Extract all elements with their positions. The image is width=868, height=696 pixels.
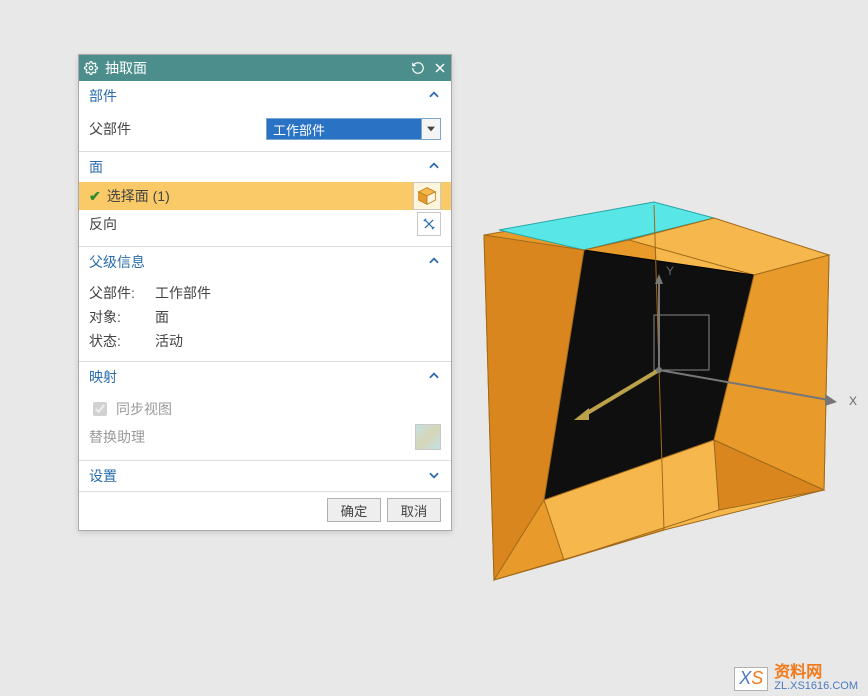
- section-header-mapping[interactable]: 映射: [79, 362, 451, 392]
- reverse-label: 反向: [89, 214, 117, 234]
- select-face-row[interactable]: ✔ 选择面 (1): [79, 182, 451, 210]
- section-header-component[interactable]: 部件: [79, 81, 451, 111]
- gear-icon[interactable]: [79, 61, 103, 75]
- parent-component-label: 父部件: [89, 119, 131, 139]
- chevron-up-icon: [427, 369, 441, 386]
- chevron-down-icon: [427, 468, 441, 485]
- cancel-button[interactable]: 取消: [387, 498, 441, 522]
- chevron-up-icon: [427, 254, 441, 271]
- select-face-label: 选择面 (1): [107, 186, 413, 206]
- section-component: 部件 父部件 工作部件: [79, 81, 451, 152]
- parent-component-value: 工作部件: [266, 118, 422, 140]
- section-settings: 设置: [79, 461, 451, 492]
- parent-component-row: 父部件 工作部件: [89, 115, 441, 143]
- section-title-mapping: 映射: [89, 367, 117, 387]
- section-title-component: 部件: [89, 86, 117, 106]
- replace-assistant-thumb[interactable]: [415, 424, 441, 450]
- watermark: XS 资料网 ZL.XS1616.COM: [734, 665, 858, 692]
- info-parent-val: 工作部件: [155, 283, 211, 303]
- chevron-up-icon: [427, 88, 441, 105]
- section-title-face: 面: [89, 157, 103, 177]
- check-icon: ✔: [89, 188, 101, 205]
- reverse-row: 反向: [89, 210, 441, 238]
- info-state-key: 状态:: [89, 331, 145, 351]
- watermark-logo: XS: [734, 667, 768, 691]
- model-viewport[interactable]: X Y: [454, 180, 868, 610]
- section-header-parentinfo[interactable]: 父级信息: [79, 247, 451, 277]
- axis-y-label: Y: [666, 264, 674, 278]
- sync-view-row[interactable]: 同步视图: [89, 396, 441, 422]
- extract-face-dialog: 抽取面 部件 父部件 工作部件: [78, 54, 452, 531]
- section-face: 面 ✔ 选择面 (1) 反向: [79, 152, 451, 247]
- replace-assistant-row: 替换助理: [89, 422, 441, 452]
- replace-assistant-label: 替换助理: [89, 427, 145, 447]
- dialog-title: 抽取面: [103, 58, 407, 78]
- reset-icon[interactable]: [407, 57, 429, 79]
- dialog-actions: 确定 取消: [79, 492, 451, 530]
- reverse-direction-icon[interactable]: [417, 212, 441, 236]
- info-object-val: 面: [155, 307, 169, 327]
- section-header-settings[interactable]: 设置: [79, 461, 451, 491]
- section-header-face[interactable]: 面: [79, 152, 451, 182]
- chevron-up-icon: [427, 159, 441, 176]
- info-state: 状态: 活动: [89, 329, 441, 353]
- sync-view-label: 同步视图: [116, 399, 172, 419]
- close-icon[interactable]: [429, 57, 451, 79]
- sync-view-checkbox[interactable]: [93, 402, 107, 416]
- info-state-val: 活动: [155, 331, 183, 351]
- section-title-settings: 设置: [89, 466, 117, 486]
- info-parent-key: 父部件:: [89, 283, 145, 303]
- section-parent-info: 父级信息 父部件: 工作部件 对象: 面 状态: 活动: [79, 247, 451, 362]
- info-object: 对象: 面: [89, 305, 441, 329]
- section-mapping: 映射 同步视图 替换助理: [79, 362, 451, 461]
- dropdown-icon[interactable]: [422, 118, 441, 140]
- section-title-parentinfo: 父级信息: [89, 252, 145, 272]
- parent-component-select[interactable]: 工作部件: [266, 118, 441, 140]
- axis-x-label: X: [849, 394, 857, 408]
- watermark-brand: 资料网: [774, 665, 858, 681]
- info-parent: 父部件: 工作部件: [89, 281, 441, 305]
- dialog-titlebar: 抽取面: [79, 55, 451, 81]
- ok-button[interactable]: 确定: [327, 498, 381, 522]
- cube-icon[interactable]: [413, 182, 441, 210]
- watermark-url: ZL.XS1616.COM: [774, 681, 858, 692]
- info-object-key: 对象:: [89, 307, 145, 327]
